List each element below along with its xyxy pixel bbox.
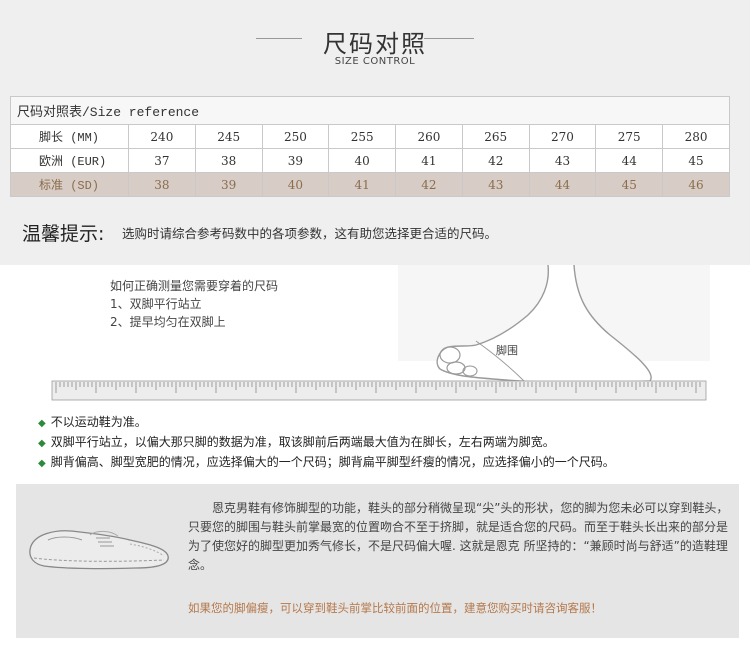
- measure-line: 2、提早均匀在双脚上: [110, 315, 226, 329]
- table-cell: 38: [194, 148, 263, 173]
- size-table: 尺码对照表/Size reference 脚长 (MM) 240 245 250…: [10, 96, 730, 197]
- table-cell: 260: [395, 124, 463, 149]
- list-item: ◆ 脚背偏高、脚型宽肥的情况，应选择偏大的一个尺码；脚背扁平脚型纤瘦的情况，应选择…: [38, 453, 615, 473]
- measure-line: 如何正确测量您需要穿着的尺码: [110, 279, 279, 293]
- table-cell: 255: [328, 124, 397, 149]
- tip-label: 温馨提示:: [22, 223, 105, 245]
- table-cell: 270: [528, 124, 597, 149]
- table-cell: 42: [395, 172, 463, 197]
- table-caption-row: 尺码对照表/Size reference: [10, 96, 730, 125]
- page-title: 尺码对照: [323, 30, 427, 58]
- table-cell: 250: [261, 124, 330, 149]
- bullet-text: 不以运动鞋为准。: [50, 415, 147, 429]
- list-item: ◆ 不以运动鞋为准。: [38, 413, 615, 433]
- row-label: 脚长 (MM): [10, 124, 129, 149]
- table-cell: 37: [128, 148, 196, 173]
- table-cell: 280: [662, 124, 730, 149]
- fit-notes-list: ◆ 不以运动鞋为准。 ◆ 双脚平行站立，以偏大那只脚的数据为准，取该脚前后两端最大值…: [38, 413, 615, 473]
- table-cell: 46: [662, 172, 730, 197]
- table-cell: 40: [261, 172, 330, 197]
- row-label: 标准 (SD): [10, 172, 129, 197]
- table-caption: 尺码对照表/Size reference: [10, 96, 730, 125]
- table-cell: 41: [328, 172, 397, 197]
- table-row: 欧洲 (EUR) 37 38 39 40 41 42 43 44 45: [10, 148, 730, 173]
- table-cell: 44: [595, 148, 664, 173]
- shoe-illustration: [29, 530, 169, 570]
- table-cell: 45: [662, 148, 730, 173]
- table-cell: 45: [595, 172, 664, 197]
- measure-instructions: 如何正确测量您需要穿着的尺码 1、双脚平行站立 2、提早均匀在双脚上: [110, 277, 278, 331]
- table-cell: 39: [194, 172, 263, 197]
- measure-line: 1、双脚平行站立: [110, 297, 202, 311]
- tip-text: 选购时请综合参考码数中的各项参数，这有助您选择更合适的尺码。: [122, 226, 498, 241]
- page-subtitle: SIZE CONTROL: [334, 56, 416, 67]
- table-row: 脚长 (MM) 240 245 250 255 260 265 270 275 …: [10, 124, 730, 149]
- header-section: 尺码对照 SIZE CONTROL 尺码对照表/Size reference 脚…: [0, 0, 750, 265]
- table-cell: 275: [595, 124, 664, 149]
- table-cell: 240: [128, 124, 196, 149]
- ruler-graphic: [51, 380, 707, 401]
- bullet-text: 双脚平行站立，以偏大那只脚的数据为准，取该脚前后两端最大值为在脚长，左右两端为脚…: [50, 435, 555, 449]
- table-cell: 41: [395, 148, 463, 173]
- table-cell: 42: [461, 148, 530, 173]
- table-cell: 245: [194, 124, 263, 149]
- brand-note-panel: 恩克男鞋有修饰脚型的功能，鞋头的部分稍微呈现“尖”头的形状，您的脚为您未必可以穿…: [16, 484, 739, 638]
- table-cell: 265: [461, 124, 530, 149]
- list-item: ◆ 双脚平行站立，以偏大那只脚的数据为准，取该脚前后两端最大值为在脚长，左右两端为…: [38, 433, 615, 453]
- green-diamond-icon: ◆: [38, 458, 46, 469]
- foot-girth-label: 脚围: [496, 343, 518, 357]
- table-cell: 43: [528, 148, 597, 173]
- green-diamond-icon: ◆: [38, 438, 46, 449]
- bullet-text: 脚背偏高、脚型宽肥的情况，应选择偏大的一个尺码；脚背扁平脚型纤瘦的情况，应选择偏…: [50, 455, 615, 469]
- table-cell: 44: [528, 172, 597, 197]
- green-diamond-icon: ◆: [38, 418, 46, 429]
- panel-note: 如果您的脚偏瘦，可以穿到鞋头前掌比较前面的位置，建意您购买时请咨询客服！: [188, 601, 602, 615]
- table-cell: 43: [461, 172, 530, 197]
- table-row-standard: 标准 (SD) 38 39 40 41 42 43 44 45 46: [10, 172, 730, 197]
- row-label: 欧洲 (EUR): [10, 148, 129, 173]
- table-cell: 40: [328, 148, 397, 173]
- table-cell: 38: [128, 172, 196, 197]
- table-cell: 39: [261, 148, 330, 173]
- panel-description: 恩克男鞋有修饰脚型的功能，鞋头的部分稍微呈现“尖”头的形状，您的脚为您未必可以穿…: [188, 501, 729, 572]
